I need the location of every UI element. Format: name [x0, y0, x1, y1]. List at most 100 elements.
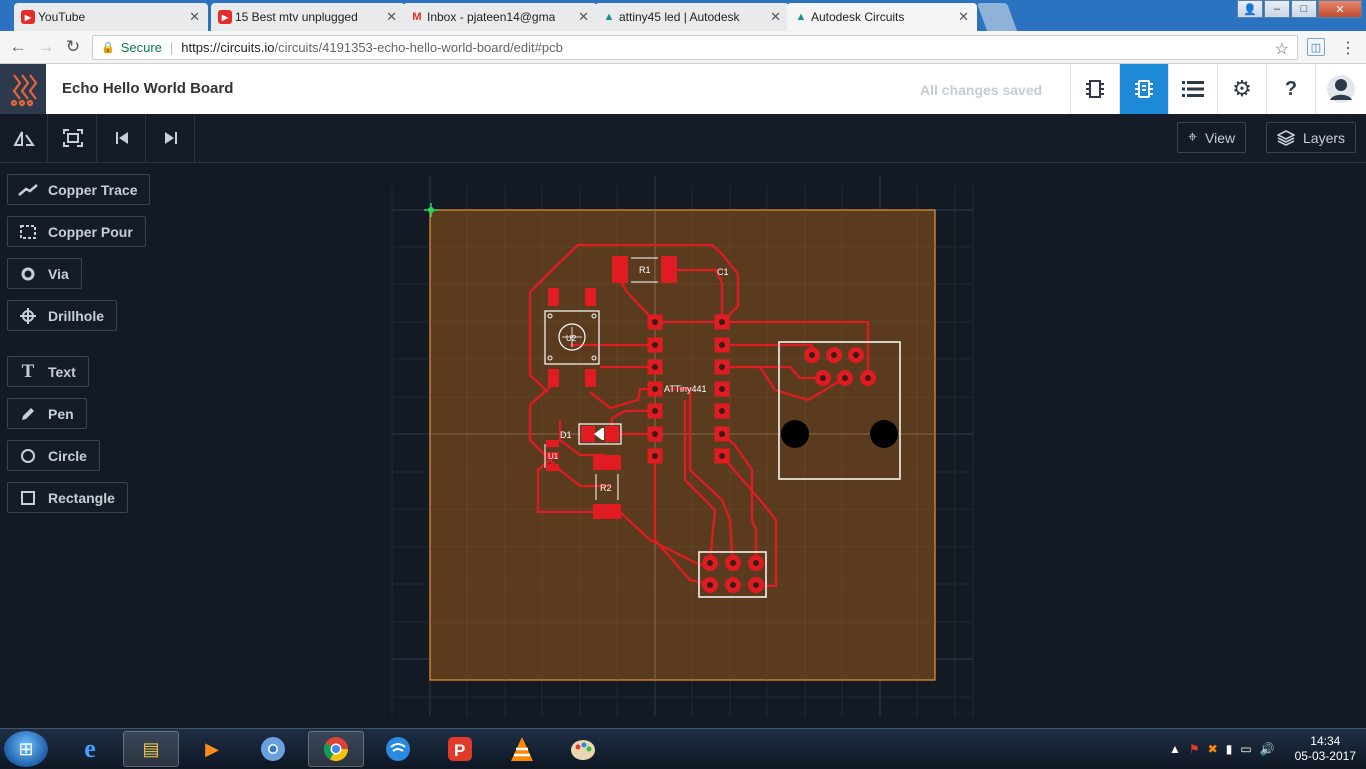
chip-icon	[1086, 80, 1104, 98]
label-u2: U2	[566, 334, 577, 343]
rotate-button[interactable]	[0, 114, 48, 162]
pcb-view-button[interactable]	[1119, 64, 1168, 114]
tray-expand-icon[interactable]: ▲	[1169, 742, 1181, 756]
app-header: Echo Hello World Board All changes saved…	[0, 64, 1366, 114]
avatar-icon	[1327, 75, 1355, 103]
ie-icon[interactable]: e	[62, 731, 118, 767]
url-base: https://circuits.io	[181, 40, 275, 55]
close-tab-icon[interactable]: ✕	[578, 9, 589, 25]
label-d1: D1	[560, 430, 572, 440]
fit-screen-icon	[62, 129, 83, 147]
step-back-button[interactable]	[98, 114, 146, 162]
lock-icon: 🔒	[101, 42, 115, 54]
close-window-icon[interactable]: ✕	[1318, 0, 1362, 18]
action-center-icon[interactable]: ⚑	[1189, 742, 1200, 756]
tool-circle[interactable]: Circle	[7, 440, 100, 471]
youtube-icon: ▶	[21, 10, 35, 24]
window-controls: 👤 – □ ✕	[1237, 0, 1362, 18]
user-icon[interactable]: 👤	[1237, 0, 1263, 18]
step-back-icon	[115, 132, 128, 144]
reload-icon[interactable]: ↻	[63, 37, 83, 57]
tray-app-icon[interactable]: ✖	[1208, 742, 1218, 756]
browser-tab[interactable]: ▶ 15 Best mtv unplugged ✕	[211, 3, 405, 31]
address-bar: ← → ↻ 🔒 Secure | https://circuits.io /ci…	[0, 31, 1366, 64]
paint-icon[interactable]	[555, 731, 611, 767]
vlc-icon[interactable]	[494, 731, 550, 767]
browser-tab[interactable]: M Inbox - pjateen14@gma ✕	[403, 3, 597, 31]
label-r1: R1	[639, 265, 651, 275]
bookmark-star-icon[interactable]: ☆	[1275, 39, 1289, 59]
close-tab-icon[interactable]: ✕	[189, 9, 200, 25]
close-tab-icon[interactable]: ✕	[958, 9, 969, 25]
pen-icon	[18, 406, 38, 422]
via-icon	[18, 266, 38, 282]
browser-tab[interactable]: ▶ YouTube ✕	[14, 3, 208, 31]
tool-text[interactable]: T Text	[7, 356, 89, 387]
layers-button[interactable]: Layers	[1266, 122, 1357, 153]
url-input[interactable]: 🔒 Secure | https://circuits.io /circuits…	[92, 35, 1298, 60]
list-icon	[1182, 81, 1204, 97]
step-forward-button[interactable]	[147, 114, 195, 162]
copper-trace-icon	[18, 183, 38, 197]
crosshair-icon: ⌖	[1188, 128, 1198, 146]
extension-icon[interactable]: ◫	[1307, 38, 1325, 56]
label-u1: U1	[548, 452, 559, 461]
help-button[interactable]: ?	[1266, 64, 1315, 114]
youtube-icon: ▶	[218, 10, 232, 24]
url-path: /circuits/4191353-echo-hello-world-board…	[274, 40, 563, 55]
user-avatar-button[interactable]	[1315, 64, 1366, 114]
close-tab-icon[interactable]: ✕	[386, 9, 397, 25]
device-icon[interactable]: ▮	[1226, 742, 1233, 756]
close-tab-icon[interactable]: ✕	[770, 9, 781, 25]
pcb-canvas[interactable]: R1 C1 U2 ATTiny441 D1 U1 R2 Copper Trace…	[0, 163, 1366, 728]
tool-copper-pour[interactable]: Copper Pour	[7, 216, 146, 247]
pcb-board[interactable]	[429, 209, 936, 681]
circle-icon	[18, 448, 38, 464]
bom-list-button[interactable]	[1168, 64, 1217, 114]
project-title: Echo Hello World Board	[62, 80, 234, 97]
browser-tab[interactable]: ▲ attiny45 led | Autodesk ✕	[595, 3, 789, 31]
chromium-icon[interactable]	[245, 731, 301, 767]
chrome-icon[interactable]	[308, 731, 364, 767]
autodesk-icon: ▲	[795, 11, 807, 23]
back-icon[interactable]: ←	[8, 37, 28, 57]
layers-icon	[1277, 129, 1295, 146]
chrome-menu-icon[interactable]: ⋮	[1340, 38, 1356, 58]
view-button[interactable]: ⌖ View	[1177, 122, 1247, 153]
tool-drillhole[interactable]: Drillhole	[7, 300, 118, 331]
explorer-icon[interactable]: ▤	[123, 731, 179, 767]
save-status: All changes saved	[920, 82, 1043, 98]
forward-icon[interactable]: →	[36, 37, 56, 57]
tool-copper-trace[interactable]: Copper Trace	[7, 174, 151, 205]
network-icon[interactable]: ▭	[1240, 742, 1251, 756]
browser-tab-active[interactable]: ▲ Autodesk Circuits ✕	[787, 3, 977, 31]
media-player-icon[interactable]: ▶	[184, 731, 240, 767]
label-attiny: ATTiny441	[664, 384, 707, 394]
pcb-icon	[1135, 80, 1153, 98]
text-icon: T	[21, 360, 35, 382]
network-app-icon[interactable]	[370, 731, 426, 767]
maximize-icon[interactable]: □	[1291, 0, 1317, 18]
system-clock[interactable]: 14:34 05-03-2017	[1295, 734, 1356, 764]
question-icon: ?	[1284, 77, 1298, 100]
copper-pour-icon	[18, 224, 38, 240]
tool-via[interactable]: Via	[7, 258, 82, 289]
gmail-icon: M	[412, 11, 422, 23]
schematic-view-button[interactable]	[1070, 64, 1119, 114]
step-forward-icon	[164, 132, 177, 144]
tool-pen[interactable]: Pen	[7, 398, 87, 429]
new-tab-button[interactable]	[976, 3, 1018, 31]
circuits-logo-icon[interactable]	[0, 64, 46, 114]
logo-glyph	[10, 74, 38, 107]
volume-icon[interactable]: 🔊	[1260, 742, 1275, 756]
minimize-icon[interactable]: –	[1264, 0, 1290, 18]
label-r2: R2	[600, 483, 612, 493]
tool-rectangle[interactable]: Rectangle	[7, 482, 128, 513]
svg-text:P: P	[454, 741, 465, 760]
windows-start-icon[interactable]: ⊞	[4, 731, 48, 767]
editor-toolbar: ⌖ View Layers	[0, 114, 1366, 163]
rectangle-icon	[18, 490, 38, 506]
psiphon-icon[interactable]: P	[432, 731, 488, 767]
settings-button[interactable]: ⚙	[1217, 64, 1266, 114]
fit-to-screen-button[interactable]	[49, 114, 97, 162]
